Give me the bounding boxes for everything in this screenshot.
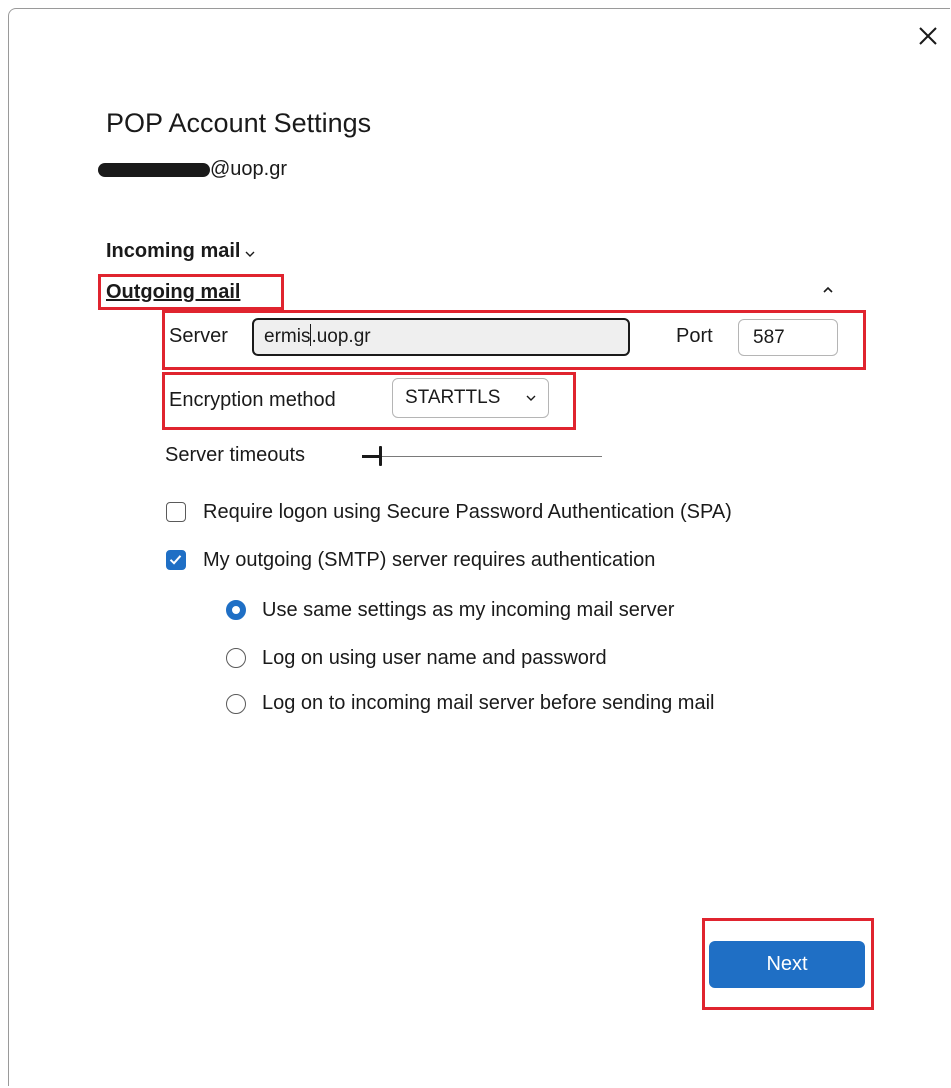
radio-username-password-label: Log on using user name and password xyxy=(262,647,607,669)
timeouts-slider-thumb[interactable] xyxy=(379,446,382,466)
radio-logon-before-sending[interactable] xyxy=(226,694,246,714)
incoming-mail-toggle[interactable]: Incoming mail xyxy=(106,240,255,263)
email-domain: @uop.gr xyxy=(210,157,288,180)
dialog-title: POP Account Settings xyxy=(106,108,372,138)
radio-username-password[interactable] xyxy=(226,648,246,668)
encryption-value: STARTTLS xyxy=(405,387,501,408)
server-value-part1: ermis xyxy=(264,326,311,347)
timeouts-slider-fill xyxy=(362,455,380,458)
port-label: Port xyxy=(676,325,713,347)
radio-same-settings-label: Use same settings as my incoming mail se… xyxy=(262,599,675,621)
incoming-mail-label: Incoming mail xyxy=(106,240,241,262)
smtp-auth-checkbox[interactable] xyxy=(166,550,186,570)
port-value: 587 xyxy=(753,327,785,348)
encryption-select[interactable]: STARTTLS xyxy=(392,378,549,418)
server-value-part2: .uop.gr xyxy=(311,326,371,347)
chevron-down-icon xyxy=(526,395,536,401)
timeouts-slider-track[interactable] xyxy=(362,456,602,457)
server-label: Server xyxy=(169,325,228,347)
spa-label: Require logon using Secure Password Auth… xyxy=(203,501,732,523)
redacted-username xyxy=(98,163,210,177)
server-timeouts-label: Server timeouts xyxy=(165,444,306,466)
server-input[interactable]: ermis.uop.gr xyxy=(252,318,630,356)
encryption-label: Encryption method xyxy=(169,389,336,411)
close-icon[interactable] xyxy=(914,22,942,50)
spa-checkbox[interactable] xyxy=(166,502,186,522)
account-email: @uop.gr xyxy=(98,156,287,182)
chevron-up-icon[interactable] xyxy=(818,280,838,300)
radio-same-settings[interactable] xyxy=(226,600,246,620)
next-button[interactable]: Next xyxy=(709,941,865,988)
radio-logon-before-sending-label: Log on to incoming mail server before se… xyxy=(262,692,715,714)
checkmark-icon xyxy=(169,555,182,565)
port-input[interactable]: 587 xyxy=(738,319,838,356)
outgoing-mail-label: Outgoing mail xyxy=(106,281,241,303)
chevron-down-icon xyxy=(245,251,255,257)
outgoing-mail-toggle[interactable]: Outgoing mail xyxy=(106,281,240,304)
smtp-auth-label: My outgoing (SMTP) server requires authe… xyxy=(203,549,656,571)
